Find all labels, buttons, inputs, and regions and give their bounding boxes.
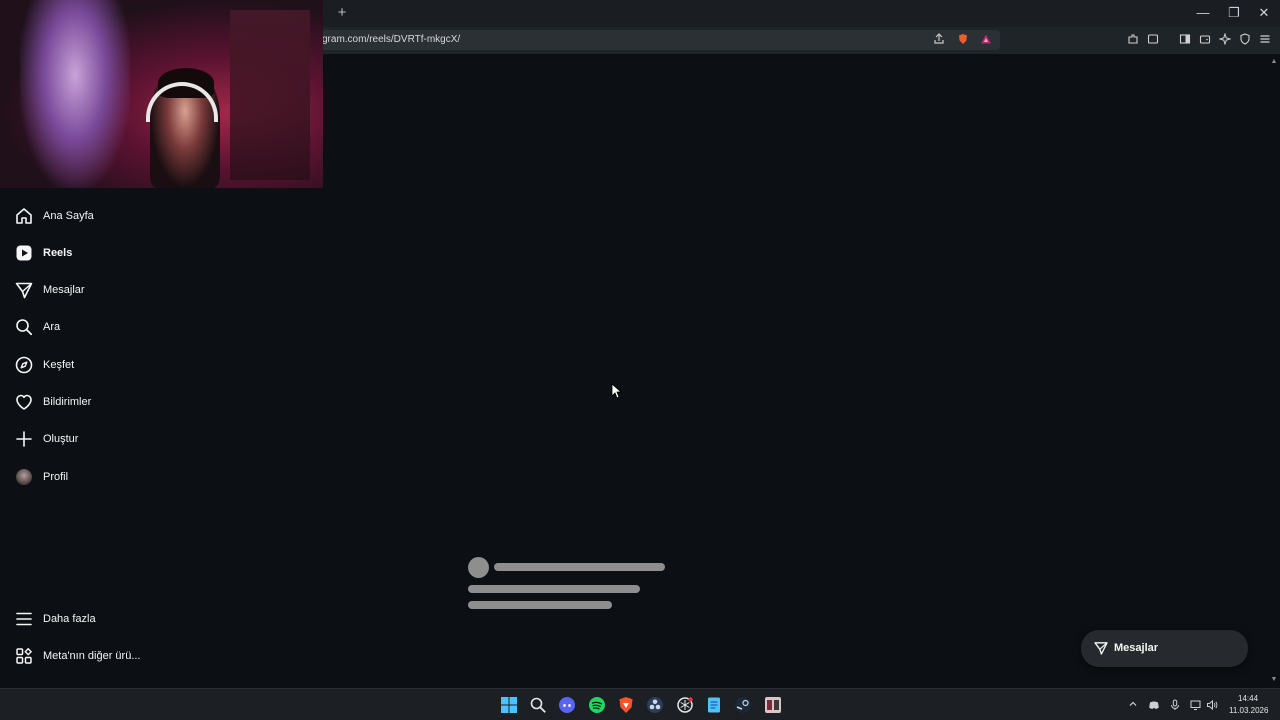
vpn-shield-icon[interactable] bbox=[1238, 33, 1252, 47]
sidebar-item-search[interactable]: Ara bbox=[0, 308, 300, 345]
sidebar-item-label: Mesajlar bbox=[43, 283, 85, 296]
page-scrollbar[interactable]: ▲ ▼ bbox=[1268, 54, 1280, 688]
compass-icon bbox=[15, 356, 33, 373]
sidebar-item-label: Ana Sayfa bbox=[43, 209, 94, 222]
sidebar-item-label: Keşfet bbox=[43, 358, 75, 371]
restore-button[interactable]: ❐ bbox=[1219, 4, 1249, 22]
messenger-icon bbox=[15, 282, 33, 298]
skeleton-line bbox=[468, 601, 612, 609]
skeleton-line bbox=[468, 585, 640, 593]
share-icon[interactable] bbox=[932, 33, 946, 47]
obs-icon[interactable] bbox=[646, 696, 664, 714]
search-icon bbox=[16, 318, 33, 335]
url-text[interactable]: gram.com/reels/DVRTf-mkgcX/ bbox=[322, 34, 460, 45]
menu-icon bbox=[16, 612, 32, 625]
discord-icon[interactable] bbox=[558, 696, 576, 714]
sidebar-item-label: Profil bbox=[43, 470, 69, 483]
mouse-cursor-icon bbox=[611, 383, 623, 399]
close-window-button[interactable]: ✕ bbox=[1249, 4, 1279, 22]
sidebar-item-meta-products[interactable]: Meta'nın diğer ürü... bbox=[0, 637, 300, 674]
sidebar-item-label: Daha fazla bbox=[43, 612, 96, 625]
brave-shield-icon[interactable] bbox=[956, 33, 970, 47]
tray-overflow-icon[interactable] bbox=[1127, 699, 1139, 711]
avatar bbox=[16, 468, 32, 485]
network-icon[interactable] bbox=[1190, 699, 1202, 711]
heart-icon bbox=[16, 394, 32, 410]
address-bar[interactable]: gram.com/reels/DVRTf-mkgcX/ bbox=[300, 30, 1000, 50]
sidebar-item-label: Oluştur bbox=[43, 432, 79, 445]
sidebar-item-label: Meta'nın diğer ürü... bbox=[43, 649, 141, 662]
new-tab-button[interactable]: + bbox=[334, 5, 350, 21]
wallet-icon[interactable] bbox=[1198, 33, 1212, 47]
home-icon bbox=[16, 207, 32, 224]
sidebar-item-reels[interactable]: Reels bbox=[0, 234, 300, 271]
webcam-background-statue bbox=[20, 0, 130, 188]
skeleton-avatar bbox=[468, 557, 489, 578]
meta-apps-icon bbox=[16, 647, 33, 664]
extensions-icon[interactable] bbox=[1126, 33, 1140, 47]
sidebar-item-explore[interactable]: Keşfet bbox=[0, 346, 300, 383]
minimize-button[interactable]: — bbox=[1188, 4, 1218, 22]
tray-discord-icon[interactable] bbox=[1148, 699, 1160, 711]
sidebar-item-create[interactable]: Oluştur bbox=[0, 420, 300, 457]
brave-browser-icon[interactable] bbox=[617, 696, 635, 714]
sidebar-item-messages[interactable]: Mesajlar bbox=[0, 271, 300, 308]
sidebar-item-label: Bildirimler bbox=[43, 395, 92, 408]
messenger-icon bbox=[1094, 642, 1108, 655]
skeleton-line bbox=[494, 563, 665, 571]
notepad-icon[interactable] bbox=[705, 696, 723, 714]
sidebar-item-home[interactable]: Ana Sayfa bbox=[0, 197, 300, 234]
sidebar-item-label: Ara bbox=[43, 320, 61, 333]
leo-ai-icon[interactable] bbox=[1218, 32, 1232, 47]
browser-menu-icon[interactable] bbox=[1258, 33, 1272, 47]
sidebar-item-more[interactable]: Daha fazla bbox=[0, 600, 300, 637]
chatgpt-icon[interactable] bbox=[676, 696, 694, 714]
sidebar-item-label: Reels bbox=[43, 246, 73, 259]
translate-icon[interactable] bbox=[1146, 33, 1160, 47]
volume-icon[interactable] bbox=[1206, 699, 1218, 711]
steam-icon[interactable] bbox=[734, 696, 752, 714]
windows-start-icon[interactable] bbox=[500, 696, 518, 714]
windows-taskbar: 14:44 11.03.2026 bbox=[0, 688, 1280, 720]
plus-icon bbox=[16, 430, 32, 447]
sidebar-item-profile[interactable]: Profil bbox=[0, 458, 300, 495]
sidebar-item-notifications[interactable]: Bildirimler bbox=[0, 383, 300, 420]
messages-button-label: Mesajlar bbox=[1114, 642, 1159, 654]
scroll-down-icon[interactable]: ▼ bbox=[1270, 676, 1278, 684]
streamer-app-icon[interactable] bbox=[764, 696, 782, 714]
microphone-icon[interactable] bbox=[1169, 699, 1181, 711]
brave-rewards-icon[interactable] bbox=[979, 33, 993, 47]
messages-floating-button[interactable]: Mesajlar bbox=[1081, 630, 1248, 667]
reels-icon bbox=[16, 245, 32, 260]
taskbar-search-icon[interactable] bbox=[529, 696, 547, 714]
scroll-up-icon[interactable]: ▲ bbox=[1270, 58, 1278, 66]
webcam-overlay bbox=[0, 0, 323, 188]
spotify-icon[interactable] bbox=[588, 696, 606, 714]
webcam-background-shelf bbox=[230, 10, 310, 180]
taskbar-clock-time[interactable]: 14:44 bbox=[1238, 694, 1258, 703]
sidebar-toggle-icon[interactable] bbox=[1178, 33, 1192, 47]
taskbar-clock-date[interactable]: 11.03.2026 bbox=[1229, 706, 1268, 715]
